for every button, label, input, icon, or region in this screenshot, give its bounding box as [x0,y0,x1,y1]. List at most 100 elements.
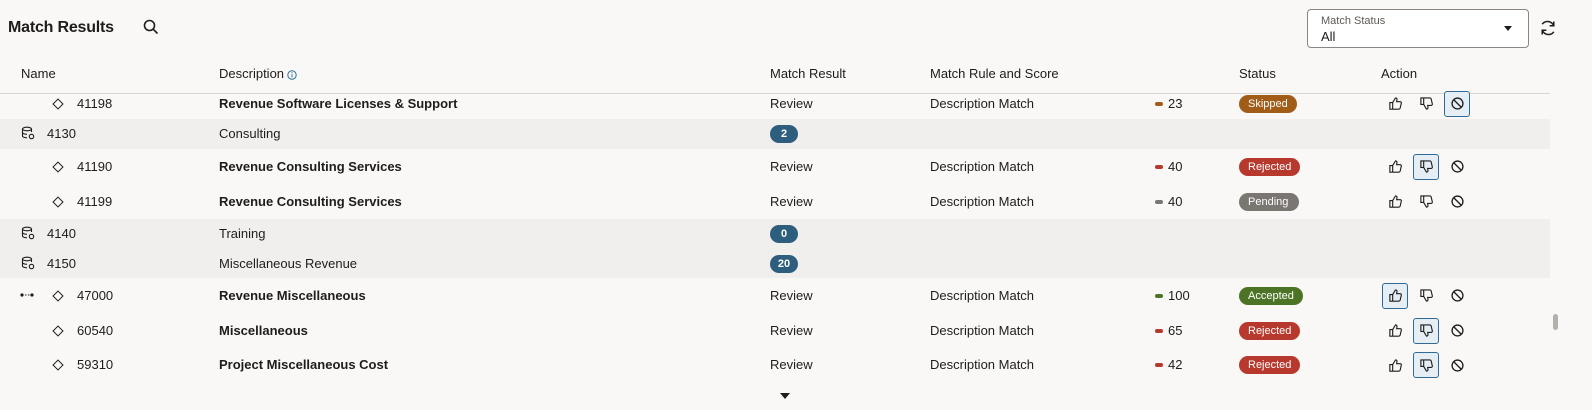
table-row[interactable]: 41198 Revenue Software Licenses & Support… [0,88,1550,119]
database-icon [21,256,35,269]
accept-button[interactable] [1382,318,1408,344]
group-row[interactable]: 4150 Miscellaneous Revenue 20 [0,249,1550,278]
vertical-scrollbar[interactable] [1551,58,1561,388]
skip-button[interactable] [1444,90,1470,117]
table-row[interactable]: 60540 Miscellaneous Review Description Matc… [0,313,1550,348]
reject-button[interactable] [1413,91,1439,117]
skip-button[interactable] [1444,189,1470,215]
row-name: 60540 [77,322,114,338]
diamond-icon [52,97,64,110]
database-icon [21,126,35,140]
count-badge: 0 [770,225,798,243]
row-match-rule: Description Match [930,158,1035,174]
column-header-match-result[interactable]: Match Result [770,66,846,81]
group-row[interactable]: 4130 Consulting 2 [0,119,1550,149]
count-badge: 2 [770,125,798,143]
search-icon[interactable] [142,18,160,36]
row-description: Revenue Consulting Services [219,193,402,209]
scrollbar-thumb[interactable] [1553,314,1558,330]
row-description: Revenue Software Licenses & Support [219,95,458,111]
prohibited-icon [1450,159,1465,174]
row-match-result: Review [770,357,813,372]
prohibited-icon [1450,358,1465,373]
reject-button[interactable] [1413,189,1439,215]
row-match-result: Review [770,322,813,338]
prohibited-icon [1450,96,1465,111]
row-description: Training [219,226,266,241]
diamond-icon [52,359,64,371]
score-indicator [1155,101,1163,106]
row-match-rule: Description Match [930,193,1035,209]
column-header-description-label: Description [219,66,285,81]
skip-button[interactable] [1444,154,1470,180]
prohibited-icon [1450,194,1465,209]
prohibited-icon [1450,288,1465,303]
row-match-rule: Description Match [930,357,1035,372]
chevron-down-icon [1504,26,1512,31]
diamond-icon [52,160,64,173]
status-badge: Rejected [1239,356,1301,374]
status-badge: Skipped [1239,94,1297,113]
column-header-action: Action [1381,66,1418,81]
skip-button[interactable] [1444,352,1470,378]
row-name: 59310 [77,357,114,372]
row-match-rule: Description Match [930,95,1035,111]
skip-button[interactable] [1444,283,1470,309]
table-row[interactable]: 47000 Revenue Miscellaneous Review Descript… [0,278,1550,313]
group-row[interactable]: 4140 Training 0 [0,219,1550,249]
status-badge: Pending [1239,192,1299,211]
thumbs-down-icon [1419,194,1434,209]
reject-button[interactable] [1413,283,1439,309]
accept-button[interactable] [1382,352,1408,378]
row-name: 4150 [47,255,76,271]
row-description: Revenue Consulting Services [219,158,402,174]
refresh-icon[interactable] [1538,18,1558,38]
row-name: 4130 [47,126,76,141]
row-score: 40 [1168,158,1183,174]
thumbs-up-icon [1388,194,1403,209]
info-icon[interactable] [287,69,297,80]
row-name: 41199 [77,193,113,209]
row-name: 47000 [77,287,114,303]
thumbs-down-icon [1419,288,1434,303]
thumbs-down-icon [1419,323,1434,338]
table-row[interactable]: 41199 Revenue Consulting Services Review De… [0,184,1550,219]
row-match-result: Review [770,95,813,111]
accept-button[interactable] [1382,154,1408,180]
column-header-description[interactable]: Description [219,66,297,81]
column-header-match-rule[interactable]: Match Rule and Score [930,66,1059,81]
accept-button[interactable] [1382,189,1408,215]
row-match-result: Review [770,158,813,174]
row-description: Miscellaneous Revenue [219,255,358,271]
row-score: 100 [1168,287,1190,303]
thumbs-up-icon [1388,159,1403,174]
score-indicator [1155,199,1163,204]
column-header-status[interactable]: Status [1239,66,1276,81]
skip-button[interactable] [1444,318,1470,344]
status-badge: Rejected [1239,321,1301,340]
thumbs-up-icon [1388,96,1403,111]
row-score: 40 [1168,193,1183,209]
page-title: Match Results [8,19,114,36]
match-status-select[interactable]: Match Status All [1307,9,1529,48]
row-score: 23 [1168,95,1183,111]
row-description: Revenue Miscellaneous [219,287,366,303]
score-indicator [1155,293,1163,298]
accept-button[interactable] [1382,282,1408,309]
row-match-rule: Description Match [930,287,1035,303]
diamond-icon [52,324,64,337]
thumbs-down-icon [1419,358,1434,373]
row-name: 41190 [77,158,113,174]
row-name: 4140 [47,226,76,241]
table-row[interactable]: 59310 Project Miscellaneous Cost Review Des… [0,348,1550,382]
accept-button[interactable] [1382,91,1408,117]
load-more-caret-icon[interactable] [780,393,790,399]
column-header-name[interactable]: Name [21,66,56,81]
status-badge: Rejected [1239,157,1301,176]
reject-button[interactable] [1413,317,1439,344]
reject-button[interactable] [1413,153,1439,180]
prohibited-icon [1450,323,1465,338]
reject-button[interactable] [1413,352,1439,378]
table-row[interactable]: 41190 Revenue Consulting Services Review De… [0,149,1550,184]
row-match-result: Review [770,193,813,209]
